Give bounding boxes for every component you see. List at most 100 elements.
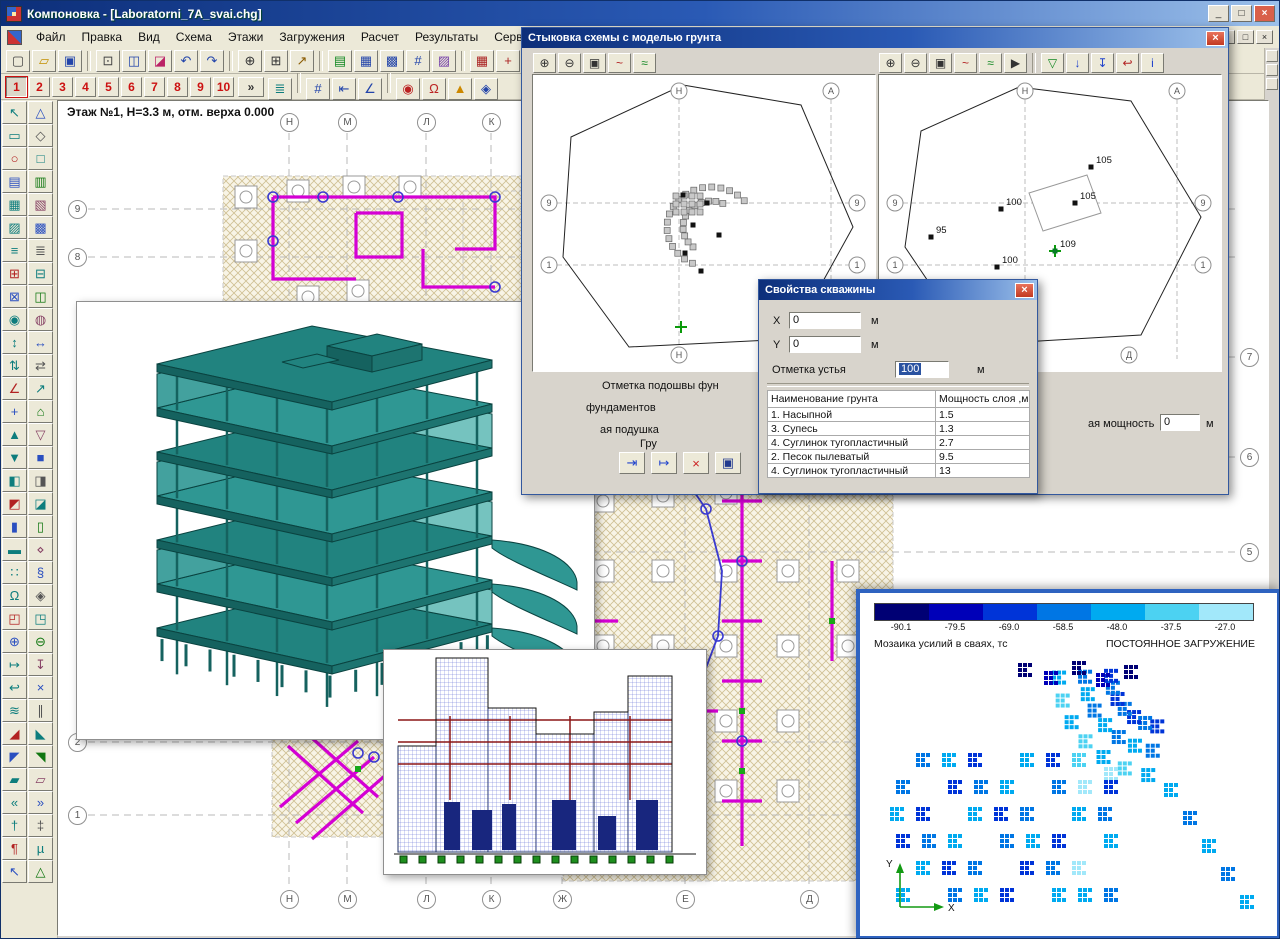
- elevation-window[interactable]: [383, 649, 707, 875]
- palette-tool-35-button[interactable]: ◩: [2, 492, 27, 515]
- zoom-extents-button[interactable]: ▣: [929, 53, 952, 73]
- floor-1-button[interactable]: 1: [6, 77, 27, 97]
- palette-tool-28-button[interactable]: ⌂: [28, 400, 53, 423]
- plot-green-button[interactable]: ≈: [979, 53, 1002, 73]
- plot-red-button[interactable]: ~: [608, 53, 631, 73]
- palette-tool-44-button[interactable]: ◈: [28, 584, 53, 607]
- curve-back-button[interactable]: ↩: [1116, 53, 1139, 73]
- menu-item-Расчет[interactable]: Расчет: [353, 27, 407, 47]
- palette-tool-20-button[interactable]: ◍: [28, 308, 53, 331]
- copy-button[interactable]: ◫: [122, 50, 146, 72]
- palette-tool-56-button[interactable]: ◣: [28, 722, 53, 745]
- palette-tool-5-button[interactable]: ○: [2, 147, 27, 170]
- palette-tool-59-button[interactable]: ▰: [2, 768, 27, 791]
- palette-tool-29-button[interactable]: ▲: [2, 423, 27, 446]
- palette-tool-9-button[interactable]: ▦: [2, 193, 27, 216]
- palette-tool-17-button[interactable]: ⊠: [2, 285, 27, 308]
- menu-item-Этажи[interactable]: Этажи: [220, 27, 271, 47]
- floor-4-button[interactable]: 4: [75, 77, 96, 97]
- close-icon[interactable]: ×: [1206, 31, 1225, 46]
- palette-tool-36-button[interactable]: ◪: [28, 492, 53, 515]
- palette-tool-15-button[interactable]: ⊞: [2, 262, 27, 285]
- zoom-in-button[interactable]: ⊕: [533, 53, 556, 73]
- palette-tool-61-button[interactable]: «: [2, 791, 27, 814]
- more-floors-button[interactable]: »: [238, 77, 264, 97]
- palette-tool-57-button[interactable]: ◤: [2, 745, 27, 768]
- palette-tool-2-button[interactable]: △: [28, 101, 53, 124]
- min-thickness-input[interactable]: 0: [1160, 414, 1200, 431]
- palette-tool-16-button[interactable]: ⊟: [28, 262, 53, 285]
- zoom-out-button[interactable]: ⊖: [558, 53, 581, 73]
- eraser-button[interactable]: ◪: [148, 50, 172, 72]
- palette-tool-50-button[interactable]: ↧: [28, 653, 53, 676]
- snap-grid-button[interactable]: ▨: [432, 50, 456, 72]
- zoom-out-button[interactable]: ⊖: [904, 53, 927, 73]
- floors-list-button[interactable]: ≣: [268, 78, 292, 100]
- palette-tool-30-button[interactable]: ▽: [28, 423, 53, 446]
- floor-10-button[interactable]: 10: [213, 77, 234, 97]
- palette-tool-39-button[interactable]: ▬: [2, 538, 27, 561]
- info-button[interactable]: i: [1141, 53, 1164, 73]
- loads-button[interactable]: ◉: [396, 78, 420, 100]
- palette-tool-68-button[interactable]: △: [28, 860, 53, 883]
- grid-green-button[interactable]: ▤: [328, 50, 352, 72]
- grid-hash-button[interactable]: #: [406, 50, 430, 72]
- palette-tool-21-button[interactable]: ↕: [2, 331, 27, 354]
- grid-blue-button[interactable]: ▦: [354, 50, 378, 72]
- palette-tool-24-button[interactable]: ⇄: [28, 354, 53, 377]
- palette-tool-63-button[interactable]: †: [2, 814, 27, 837]
- palette-tool-42-button[interactable]: §: [28, 561, 53, 584]
- plot-red-button[interactable]: ~: [954, 53, 977, 73]
- palette-tool-34-button[interactable]: ◨: [28, 469, 53, 492]
- move-selected-button[interactable]: ⇥: [619, 452, 645, 474]
- mdi-restore-icon[interactable]: □: [1237, 30, 1254, 44]
- floor-7-button[interactable]: 7: [144, 77, 165, 97]
- draw-pen-button[interactable]: ↗: [290, 50, 314, 72]
- x-input[interactable]: 0: [789, 312, 861, 329]
- palette-tool-4-button[interactable]: ◇: [28, 124, 53, 147]
- delete-button[interactable]: ×: [683, 452, 709, 474]
- palette-tool-18-button[interactable]: ◫: [28, 285, 53, 308]
- palette-tool-66-button[interactable]: µ: [28, 837, 53, 860]
- menu-item-Результаты[interactable]: Результаты: [407, 27, 486, 47]
- y-input[interactable]: 0: [789, 336, 861, 353]
- floor-8-button[interactable]: 8: [167, 77, 188, 97]
- palette-tool-1-button[interactable]: ↖: [2, 101, 27, 124]
- palette-tool-43-button[interactable]: Ω: [2, 584, 27, 607]
- move-all-button[interactable]: ↦: [651, 452, 677, 474]
- table-view-button[interactable]: ▦: [470, 50, 494, 72]
- palette-tool-19-button[interactable]: ◉: [2, 308, 27, 331]
- undo-button[interactable]: ↶: [174, 50, 198, 72]
- probe-button[interactable]: ▽: [1041, 53, 1064, 73]
- palette-tool-31-button[interactable]: ▼: [2, 446, 27, 469]
- palette-tool-12-button[interactable]: ▩: [28, 216, 53, 239]
- palette-tool-27-button[interactable]: +: [2, 400, 27, 423]
- close-icon[interactable]: ×: [1015, 283, 1034, 298]
- align-left-button[interactable]: ⇤: [332, 78, 356, 100]
- arrow-down-button[interactable]: ↓: [1066, 53, 1089, 73]
- floor-9-button[interactable]: 9: [190, 77, 211, 97]
- save-file-button[interactable]: ▣: [58, 50, 82, 72]
- palette-tool-55-button[interactable]: ◢: [2, 722, 27, 745]
- table-row[interactable]: 4. Суглинок тугопластичный13: [768, 464, 1030, 478]
- palette-tool-23-button[interactable]: ⇅: [2, 354, 27, 377]
- palette-tool-33-button[interactable]: ◧: [2, 469, 27, 492]
- angle-button[interactable]: ∠: [358, 78, 382, 100]
- zoom-extents-button[interactable]: ▣: [583, 53, 606, 73]
- strip-button[interactable]: [1266, 50, 1278, 62]
- palette-tool-26-button[interactable]: ↗: [28, 377, 53, 400]
- palette-tool-47-button[interactable]: ⊕: [2, 630, 27, 653]
- table-row[interactable]: 2. Песок пылеватый9.5: [768, 450, 1030, 464]
- palette-tool-58-button[interactable]: ◥: [28, 745, 53, 768]
- palette-tool-3-button[interactable]: ▭: [2, 124, 27, 147]
- palette-tool-8-button[interactable]: ▥: [28, 170, 53, 193]
- floor-2-button[interactable]: 2: [29, 77, 50, 97]
- grid-dense-button[interactable]: ▩: [380, 50, 404, 72]
- axes-grid-button[interactable]: #: [306, 78, 330, 100]
- palette-tool-40-button[interactable]: ⋄: [28, 538, 53, 561]
- arrow-down-bar-button[interactable]: ↧: [1091, 53, 1114, 73]
- menu-item-Файл[interactable]: Файл: [28, 27, 74, 47]
- palette-tool-41-button[interactable]: ∷: [2, 561, 27, 584]
- sum-button[interactable]: Ω: [422, 78, 446, 100]
- palette-tool-53-button[interactable]: ≋: [2, 699, 27, 722]
